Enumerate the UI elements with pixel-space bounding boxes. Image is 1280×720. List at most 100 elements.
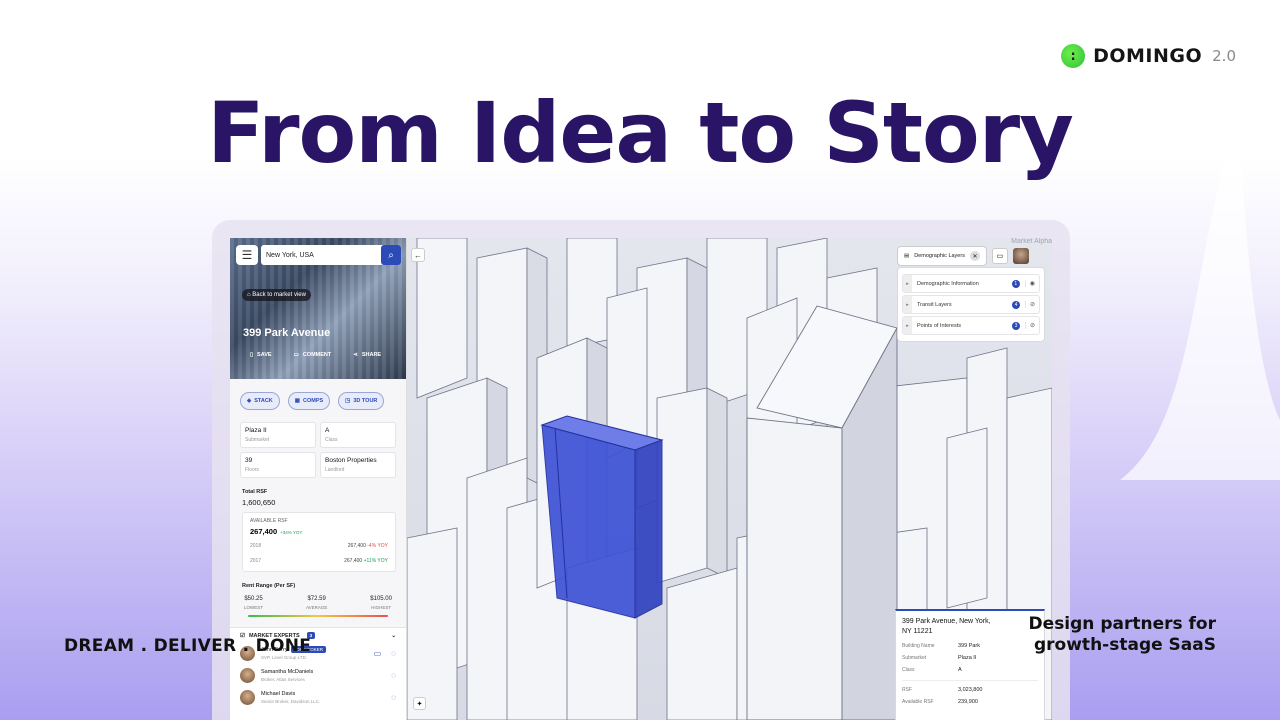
layer-item-demographic[interactable]: ▸ Demographic Information 1 ◉ <box>902 274 1040 293</box>
card-row: Submarket Plaza II <box>902 655 1038 661</box>
share-icon: ⋖ <box>353 352 358 358</box>
card-address: 399 Park Avenue, New York, NY 11221 <box>902 617 1038 637</box>
stack-icon: ◈ <box>247 398 252 404</box>
layer-label: Points of Interests <box>917 322 962 329</box>
expand-icon[interactable]: ▸ <box>903 275 912 292</box>
rsf-row-value: 267,400 <box>344 558 363 564</box>
layers-icon: ▤ <box>904 253 910 259</box>
comps-icon: ▦ <box>294 398 300 404</box>
card-key: Building Name <box>902 643 935 649</box>
card-value: 239,900 <box>958 699 978 705</box>
chevron-down-icon[interactable]: ⌄ <box>391 633 396 639</box>
available-change: +34% YOY <box>280 530 303 535</box>
fact-submarket: Plaza II Submarket <box>240 422 316 448</box>
available-rsf-card: AVAILABLE RSF 267,400 +34% YOY 2018 267,40… <box>242 512 396 572</box>
expert-row[interactable]: Michael Davis Senior Broker, Davidson LLC… <box>240 690 396 705</box>
rsf-row-value: 267,400 <box>347 543 366 549</box>
rent-average: $72.59 AVERAGE <box>306 596 327 610</box>
layer-label: Transit Layers <box>917 301 952 308</box>
card-value: 399 Park <box>958 643 981 649</box>
rent-range-label: Rent Range (Per SF) <box>242 583 296 589</box>
chat-icon[interactable]: ◌ <box>391 693 396 702</box>
fact-label: Landlord <box>325 467 345 473</box>
collapse-sidebar-button[interactable]: ← <box>411 248 425 262</box>
layer-item-transit[interactable]: ▸ Transit Layers 4 ⊘ <box>902 295 1040 314</box>
expert-row[interactable]: Samantha McDaniels Broker, Atlas Services… <box>240 668 396 683</box>
avatar <box>240 690 255 705</box>
card-divider <box>902 680 1038 681</box>
expert-role: Broker, Atlas Services <box>261 677 305 682</box>
rsf-row-change: +11% YOY <box>363 558 388 564</box>
fact-label: Class <box>325 437 338 443</box>
tagline-left: DREAM . DELIVER . DONE <box>64 636 312 656</box>
rsf-year: 2018 <box>250 543 262 549</box>
3d-tour-button[interactable]: ◳ 3D TOUR <box>338 392 385 410</box>
card-key: Submarket <box>902 655 927 661</box>
layer-chip-label: Demographic Layers <box>914 253 965 259</box>
user-avatar[interactable] <box>1012 248 1029 264</box>
fact-value: 39 <box>245 457 253 464</box>
share-button[interactable]: ⋖ SHARE <box>353 352 381 358</box>
fact-landlord: Boston Properties Landlord <box>320 452 396 478</box>
expand-icon[interactable]: ▸ <box>903 296 912 313</box>
video-call-icon[interactable]: ▭ <box>374 649 382 658</box>
rsf-history-row: 2018 267,400 -4% YOY <box>250 541 388 551</box>
share-label: SHARE <box>361 352 382 358</box>
building-info-card: 399 Park Avenue, New York, NY 11221 Build… <box>895 609 1045 720</box>
hero-title: From Idea to Story <box>207 84 1074 182</box>
eye-off-icon[interactable]: ⊘ <box>1024 322 1035 329</box>
layer-item-poi[interactable]: ▸ Points of Interests 3 ⊘ <box>902 316 1040 335</box>
card-key: RSF <box>902 687 912 693</box>
card-value: Plaza II <box>958 655 977 661</box>
layer-count: 4 <box>1011 300 1020 309</box>
layer-count: 3 <box>1011 321 1020 330</box>
back-to-market-button[interactable]: ⌂ Back to market view <box>242 289 311 301</box>
fact-floors: 39 Floors <box>240 452 316 478</box>
3d-city-map[interactable]: ← Market Alpha ▤ Demographic Layers ✕ ▭ ▸ D… <box>407 238 1052 720</box>
stack-button[interactable]: ◈ STACK <box>240 392 280 410</box>
compass-icon[interactable]: ✦ <box>413 697 426 710</box>
save-button[interactable]: ▯ SAVE <box>250 352 272 358</box>
card-row: Available RSF 239,900 <box>902 699 1038 705</box>
rent-price: $50.25 <box>244 596 263 602</box>
card-key: Available RSF <box>902 699 934 705</box>
rent-price: $72.59 <box>307 596 326 602</box>
card-value: 3,023,800 <box>958 687 983 693</box>
expert-name: Michael Davis <box>261 691 296 697</box>
expert-name: Samantha McDaniels <box>261 669 314 675</box>
expand-icon[interactable]: ▸ <box>903 317 912 334</box>
rent-range: $50.25 LOWEST $72.59 AVERAGE $105.00 HIGHES… <box>230 589 406 610</box>
comment-button[interactable]: ▭ COMMENT <box>294 352 332 358</box>
app-frame: ☰ New York, USA ⌕ ⌂ Back to market view … <box>212 220 1070 720</box>
search-value: New York, USA <box>266 251 314 259</box>
address-line-1: 399 Park Avenue, New York, <box>902 618 991 625</box>
available-rsf-label: AVAILABLE RSF <box>250 518 288 524</box>
brand-version: 2.0 <box>1212 47 1236 65</box>
building-facts: Plaza II Submarket A Class 39 Floors Boston… <box>230 410 406 478</box>
tour-label: 3D TOUR <box>353 398 378 404</box>
chat-button[interactable]: ▭ <box>991 248 1008 264</box>
comment-label: COMMENT <box>302 352 332 358</box>
tagline-right-line2: growth-stage SaaS <box>1034 635 1216 655</box>
search-icon[interactable]: ⌕ <box>381 245 401 265</box>
chat-icon[interactable]: ◌ <box>391 671 396 680</box>
eye-icon[interactable]: ◉ <box>1024 280 1035 287</box>
menu-icon[interactable]: ☰ <box>236 245 258 265</box>
brand-mark-icon: : <box>1061 44 1086 68</box>
chat-icon[interactable]: ◌ <box>391 649 396 658</box>
card-row: Building Name 399 Park <box>902 643 1038 649</box>
search-input[interactable]: New York, USA ⌕ <box>261 245 401 265</box>
rsf-row-change: -4% YOY <box>367 543 388 549</box>
eye-off-icon[interactable]: ⊘ <box>1024 301 1035 308</box>
map-toolbar: ▤ Demographic Layers ✕ ▭ <box>897 246 1029 266</box>
demographic-layers-toggle[interactable]: ▤ Demographic Layers ✕ <box>897 246 987 266</box>
comps-button[interactable]: ▦ COMPS <box>287 392 331 410</box>
brand-word: DOMINGO <box>1093 45 1203 67</box>
bookmark-icon: ▯ <box>250 352 254 358</box>
close-icon[interactable]: ✕ <box>969 251 980 261</box>
expert-role: Senior Broker, Davidson LLC. <box>261 699 321 704</box>
app-window: ☰ New York, USA ⌕ ⌂ Back to market view … <box>230 238 1052 720</box>
available-value: 267,400 <box>250 527 278 536</box>
rent-highest: $105.00 HIGHEST <box>370 596 392 610</box>
comps-label: COMPS <box>302 398 324 404</box>
